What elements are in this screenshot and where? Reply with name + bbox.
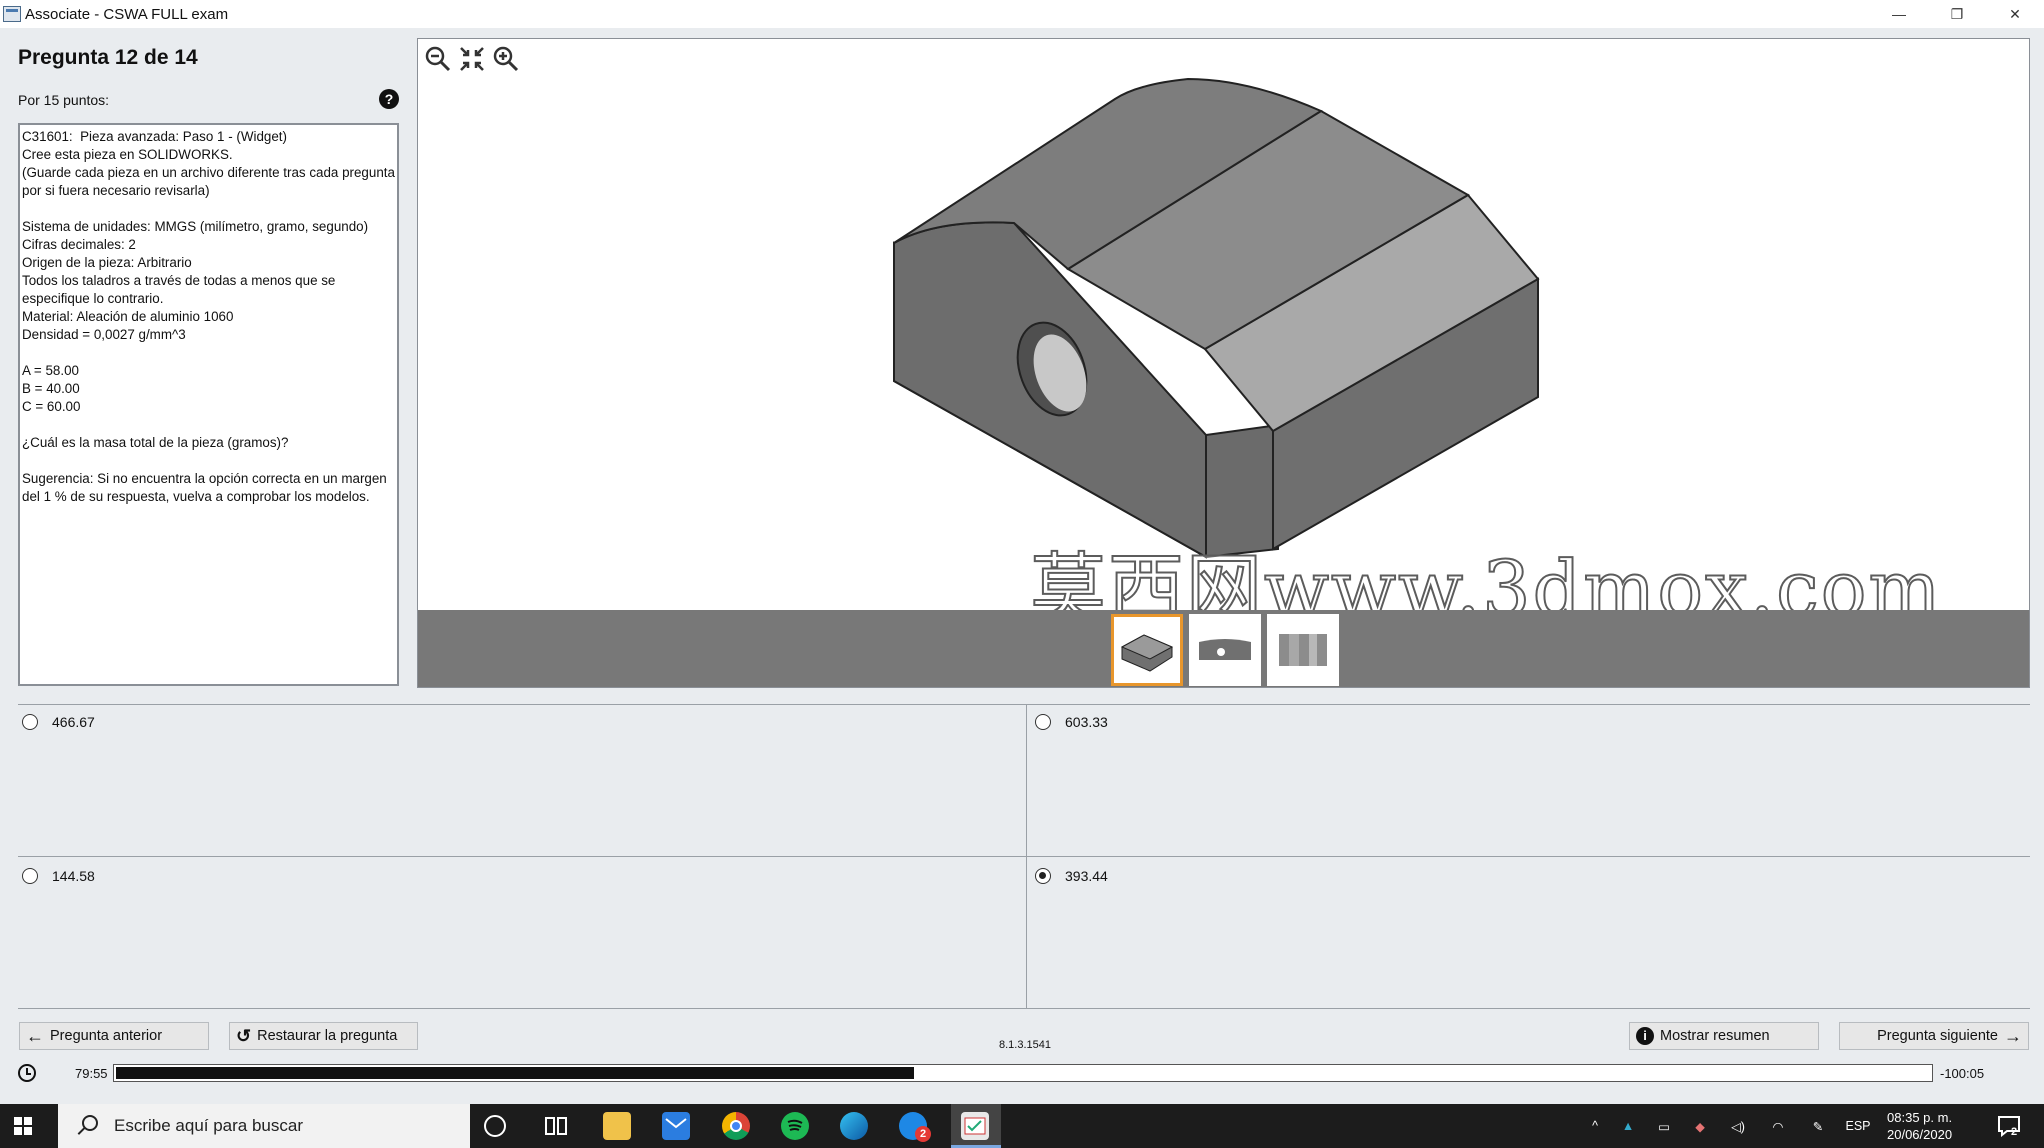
taskbar-clock[interactable]: 08:35 p. m. 20/06/2020 (1887, 1109, 1952, 1143)
answer-label: 603.33 (1065, 714, 1108, 730)
radio-button[interactable] (1035, 714, 1051, 730)
clock-date: 20/06/2020 (1887, 1127, 1953, 1142)
zoom-out-icon[interactable] (424, 45, 452, 73)
zoom-in-icon[interactable] (492, 45, 520, 73)
viewer-toolbar (424, 45, 520, 73)
clock-icon (18, 1064, 36, 1082)
notification-center-icon[interactable]: 2 (1995, 1112, 2023, 1140)
time-progress-fill (116, 1067, 915, 1079)
answer-label: 144.58 (52, 868, 95, 884)
time-remaining: -100:05 (1940, 1066, 1985, 1081)
answer-option-3[interactable]: 144.58 (22, 868, 95, 884)
radio-button[interactable] (22, 868, 38, 884)
radio-button[interactable] (22, 714, 38, 730)
question-text-box[interactable]: C31601: Pieza avanzada: Paso 1 - (Widget… (18, 123, 399, 686)
reset-question-button[interactable]: ↺ Restaurar la pregunta (229, 1022, 418, 1050)
time-elapsed: 79:55 (75, 1066, 108, 1081)
mail-icon[interactable] (662, 1112, 690, 1140)
answer-option-1[interactable]: 466.67 (22, 714, 95, 730)
pen-icon[interactable]: ✎ (1798, 1119, 1838, 1134)
battery-icon[interactable]: ▭ (1646, 1119, 1682, 1134)
search-icon (76, 1115, 98, 1137)
chevron-up-icon[interactable]: ^ (1580, 1119, 1610, 1133)
info-icon: i (1636, 1027, 1654, 1045)
question-circle-icon[interactable]: ? (379, 89, 399, 109)
taskbar-search[interactable]: Escribe aquí para buscar (58, 1104, 470, 1148)
divider (1026, 704, 1027, 1008)
wifi-icon[interactable]: ◠ (1758, 1119, 1798, 1134)
arrow-right-icon: → (2004, 1025, 2022, 1046)
language-indicator[interactable]: ESP (1838, 1119, 1878, 1133)
notification-badge: 2 (915, 1126, 931, 1142)
part-3d-model (893, 77, 1540, 559)
window-controls: — ❐ ✕ (1870, 0, 2044, 28)
arrow-left-icon: ← (26, 1025, 44, 1046)
windows-start-icon[interactable] (14, 1117, 32, 1135)
next-question-label: Pregunta siguiente (1877, 1028, 1998, 1044)
version-label: 8.1.3.1541 (999, 1039, 1051, 1051)
onedrive-icon[interactable]: ▲ (1610, 1119, 1646, 1133)
thumbnail-iso-view[interactable] (1111, 614, 1183, 686)
show-summary-label: Mostrar resumen (1660, 1028, 1770, 1044)
task-view-icon[interactable] (542, 1112, 570, 1140)
show-summary-button[interactable]: i Mostrar resumen (1629, 1022, 1819, 1050)
restore-button[interactable]: ❐ (1928, 0, 1986, 28)
app-icon (3, 6, 21, 22)
reset-question-label: Restaurar la pregunta (257, 1028, 398, 1044)
time-progress-bar (113, 1064, 1933, 1082)
title-bar: Associate - CSWA FULL exam — ❐ ✕ (0, 0, 2044, 28)
divider (18, 1008, 2030, 1009)
divider (18, 704, 2030, 705)
minimize-button[interactable]: — (1870, 0, 1928, 28)
cortana-icon[interactable] (484, 1115, 506, 1137)
chrome-icon[interactable] (722, 1112, 750, 1140)
model-viewer[interactable]: 莫西网www.3dmox.com (417, 38, 2030, 688)
question-points: Por 15 puntos: (18, 92, 110, 108)
next-question-button[interactable]: Pregunta siguiente → (1839, 1022, 2029, 1050)
answer-label: 393.44 (1065, 868, 1108, 884)
taskbar: Escribe aquí para buscar 2 ^ ▲ ▭ ◆ ◁) ◠ … (0, 1104, 2044, 1148)
thumbnail-front-view[interactable] (1189, 614, 1261, 686)
edge-icon[interactable] (840, 1112, 868, 1140)
answer-option-2[interactable]: 603.33 (1035, 714, 1108, 730)
messenger-icon[interactable]: 2 (899, 1112, 931, 1142)
radio-button-selected[interactable] (1035, 868, 1051, 884)
clock-time: 08:35 p. m. (1887, 1110, 1953, 1125)
file-explorer-icon[interactable] (603, 1112, 631, 1140)
divider (18, 856, 2030, 857)
volume-icon[interactable]: ◁) (1718, 1119, 1758, 1134)
fit-view-icon[interactable] (458, 45, 486, 73)
question-text: C31601: Pieza avanzada: Paso 1 - (Widget… (22, 129, 395, 504)
question-header: Pregunta 12 de 14 (18, 46, 198, 69)
search-placeholder: Escribe aquí para buscar (114, 1116, 303, 1135)
answer-label: 466.67 (52, 714, 95, 730)
previous-question-button[interactable]: ← Pregunta anterior (19, 1022, 209, 1050)
exam-app-icon[interactable] (961, 1112, 989, 1140)
previous-question-label: Pregunta anterior (50, 1028, 163, 1044)
system-tray: ^ ▲ ▭ ◆ ◁) ◠ ✎ ESP (1580, 1104, 1878, 1148)
window-title: Associate - CSWA FULL exam (25, 5, 229, 23)
reset-icon: ↺ (236, 1025, 252, 1046)
answer-option-4[interactable]: 393.44 (1035, 868, 1108, 884)
thumbnail-top-view[interactable] (1267, 614, 1339, 686)
spotify-icon[interactable] (781, 1112, 809, 1140)
shield-icon[interactable]: ◆ (1682, 1119, 1718, 1134)
close-button[interactable]: ✕ (1986, 0, 2044, 28)
notification-count: 2 (2011, 1126, 2018, 1138)
